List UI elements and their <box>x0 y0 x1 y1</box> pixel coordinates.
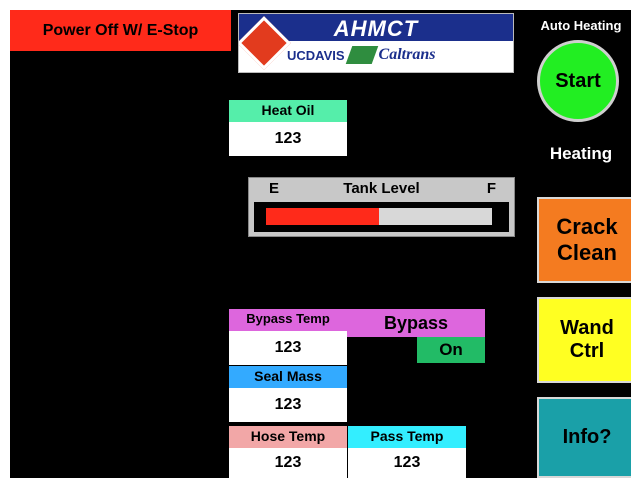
seal-mass-label: Seal Mass <box>229 366 347 388</box>
caltrans-text: Caltrans <box>378 46 436 63</box>
tank-level-header: E Tank Level F <box>249 180 514 202</box>
tank-bar-track <box>266 208 492 225</box>
pass-temp-label: Pass Temp <box>348 426 466 448</box>
bypass-temp-label: Bypass Temp <box>229 309 347 331</box>
heat-oil-label: Heat Oil <box>229 100 347 122</box>
tank-bar-frame <box>254 202 509 232</box>
auto-heating-title: Auto Heating <box>540 18 622 33</box>
hose-temp-label: Hose Temp <box>229 426 347 448</box>
logo-subline: UCDAVIS Caltrans <box>287 46 435 64</box>
tank-bar-fill <box>266 208 379 225</box>
seal-mass-value: 123 <box>229 388 347 422</box>
tank-level-gauge: E Tank Level F <box>248 177 515 237</box>
crack-clean-button-label: Crack Clean <box>556 214 618 265</box>
tank-full-label: F <box>486 180 496 197</box>
pass-temp-value: 123 <box>348 448 466 478</box>
wand-ctrl-button[interactable]: Wand Ctrl <box>537 297 631 383</box>
info-button[interactable]: Info? <box>537 397 631 478</box>
heat-oil-value: 123 <box>229 122 347 156</box>
caltrans-mark-icon <box>345 46 378 64</box>
bypass-on-button[interactable]: On <box>417 337 485 363</box>
bypass-temp-value: 123 <box>229 331 347 365</box>
hmi-screen: Power Off W/ E-Stop AHMCT UCDAVIS Caltra… <box>10 10 631 478</box>
tank-level-title: Tank Level <box>343 180 420 197</box>
bypass-title: Bypass <box>347 309 485 337</box>
hose-temp-value: 123 <box>229 448 347 478</box>
estop-banner: Power Off W/ E-Stop <box>10 10 231 51</box>
heating-label: Heating <box>549 144 613 163</box>
crack-clean-button[interactable]: Crack Clean <box>537 197 631 283</box>
start-heating-button[interactable]: Start <box>537 40 619 122</box>
wand-ctrl-button-label: Wand Ctrl <box>560 317 614 362</box>
ahmct-logo: AHMCT UCDAVIS Caltrans <box>238 13 514 73</box>
ucdavis-text: UCDAVIS <box>287 47 345 63</box>
